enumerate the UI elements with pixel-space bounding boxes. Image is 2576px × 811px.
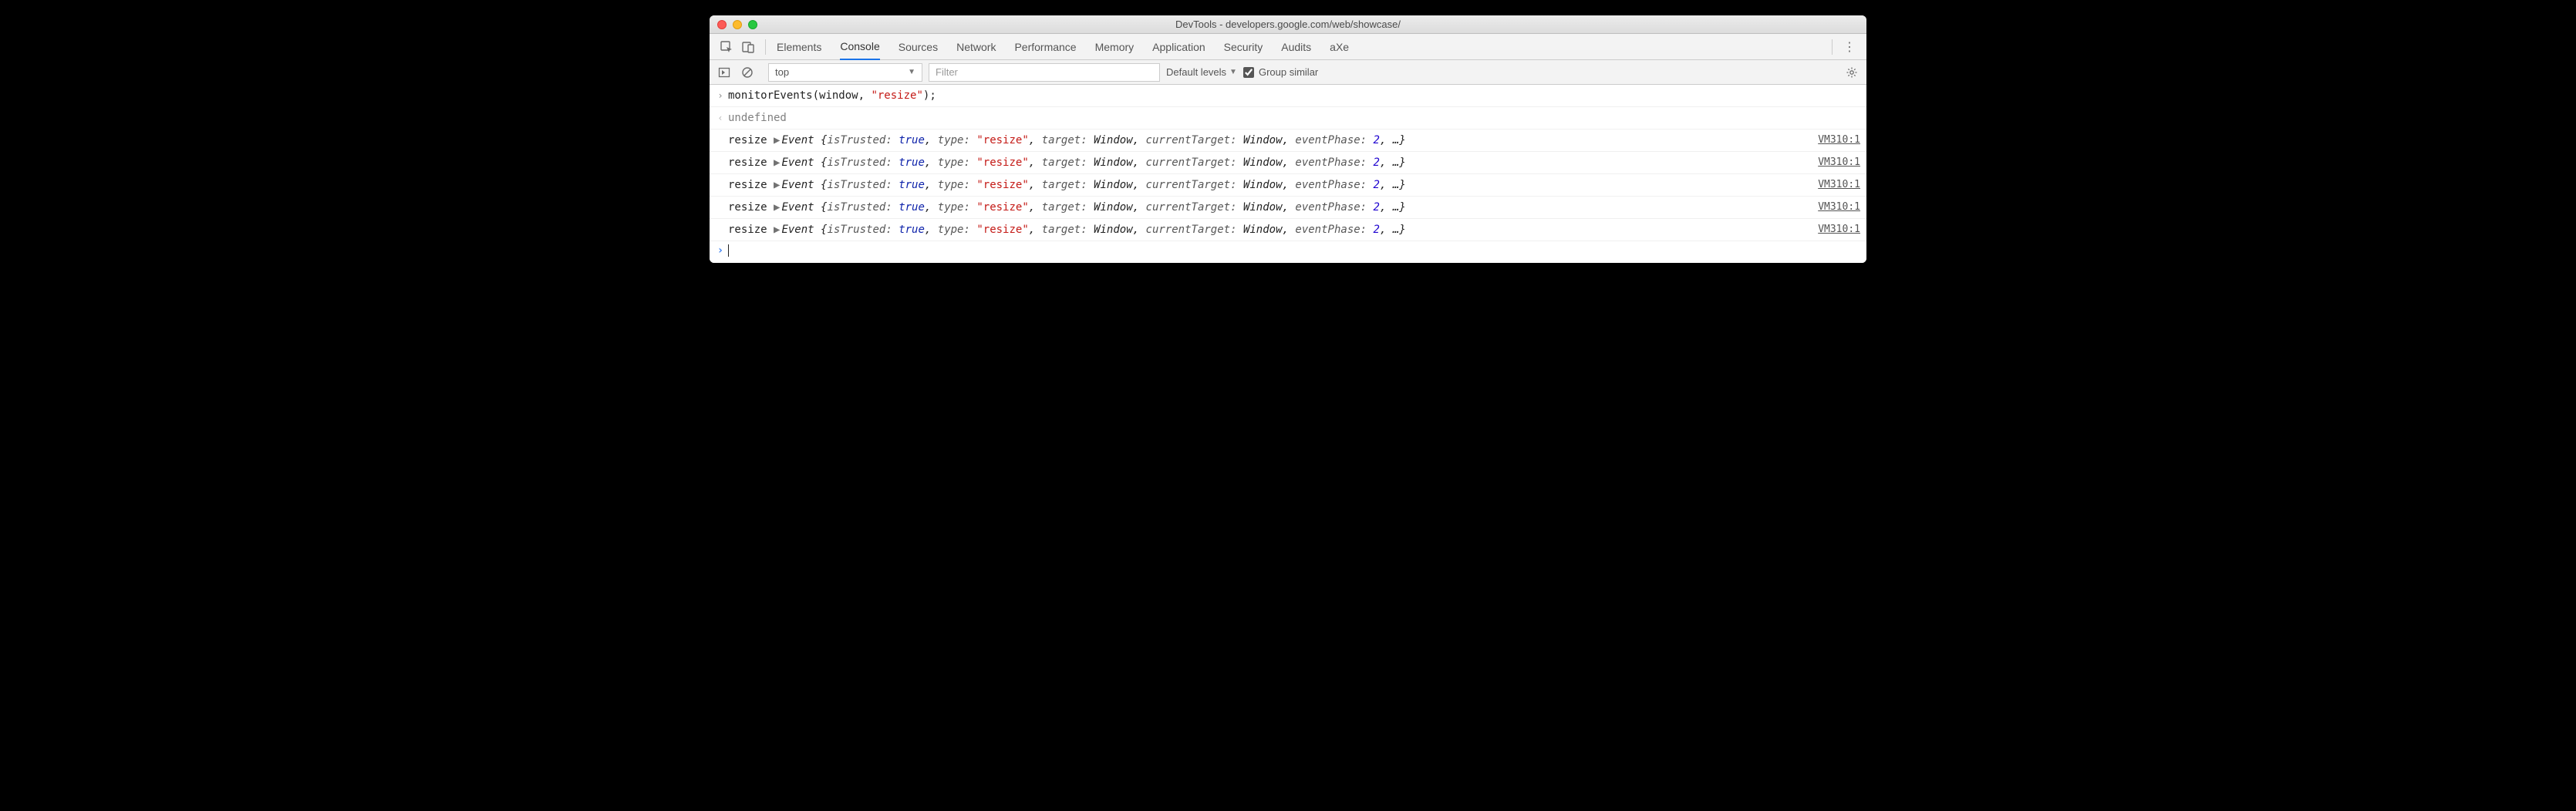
input-caret-icon: ›: [713, 87, 728, 104]
tab-security[interactable]: Security: [1224, 34, 1263, 60]
panel-tabbar: Elements Console Sources Network Perform…: [710, 34, 1866, 60]
tab-axe[interactable]: aXe: [1330, 34, 1349, 60]
separator: [1832, 39, 1833, 55]
context-value: top: [775, 66, 789, 78]
inspect-element-icon[interactable]: [716, 36, 737, 58]
event-class[interactable]: Event: [781, 201, 821, 214]
console-body: › monitorEvents(window, "resize"); ‹ und…: [710, 85, 1866, 263]
fn-name: monitorEvents: [728, 89, 813, 102]
event-class[interactable]: Event: [781, 156, 821, 169]
tab-console[interactable]: Console: [840, 34, 879, 60]
window-title: DevTools - developers.google.com/web/sho…: [710, 19, 1866, 30]
event-name: resize: [728, 156, 767, 169]
chevron-down-icon: ▼: [1229, 68, 1237, 76]
source-link[interactable]: VM310:1: [1818, 177, 1860, 193]
output-caret-icon: ‹: [713, 109, 728, 126]
arg-resize: "resize": [871, 89, 922, 102]
devtools-window: DevTools - developers.google.com/web/sho…: [710, 15, 1866, 263]
log-content: resize ▶Event {isTrusted: true, type: "r…: [728, 132, 1810, 149]
toggle-sidebar-icon[interactable]: [716, 64, 733, 81]
event-name: resize: [728, 224, 767, 236]
console-log-row: resize ▶Event {isTrusted: true, type: "r…: [710, 130, 1866, 152]
log-content: resize ▶Event {isTrusted: true, type: "r…: [728, 154, 1810, 171]
expand-object-icon[interactable]: ▶: [774, 156, 780, 169]
console-log-row: resize ▶Event {isTrusted: true, type: "r…: [710, 197, 1866, 219]
source-link[interactable]: VM310:1: [1818, 154, 1860, 171]
tab-application[interactable]: Application: [1152, 34, 1205, 60]
console-log-row: resize ▶Event {isTrusted: true, type: "r…: [710, 219, 1866, 241]
console-input-echo: › monitorEvents(window, "resize");: [710, 85, 1866, 107]
titlebar: DevTools - developers.google.com/web/sho…: [710, 15, 1866, 34]
event-class[interactable]: Event: [781, 134, 821, 146]
execution-context-select[interactable]: top ▼: [768, 63, 922, 82]
log-content: resize ▶Event {isTrusted: true, type: "r…: [728, 199, 1810, 216]
more-options-icon[interactable]: ⋮: [1839, 39, 1860, 55]
chevron-down-icon: ▼: [908, 68, 915, 76]
console-log-row: resize ▶Event {isTrusted: true, type: "r…: [710, 174, 1866, 197]
expand-object-icon[interactable]: ▶: [774, 201, 780, 214]
tab-elements[interactable]: Elements: [777, 34, 821, 60]
separator: [765, 39, 766, 55]
arg-window: window: [819, 89, 858, 102]
event-class[interactable]: Event: [781, 179, 821, 191]
event-class[interactable]: Event: [781, 224, 821, 236]
group-similar-checkbox[interactable]: [1243, 67, 1254, 78]
tab-memory[interactable]: Memory: [1095, 34, 1135, 60]
expand-object-icon[interactable]: ▶: [774, 134, 780, 146]
log-content: resize ▶Event {isTrusted: true, type: "r…: [728, 177, 1810, 193]
expand-object-icon[interactable]: ▶: [774, 224, 780, 236]
device-toolbar-icon[interactable]: [737, 36, 759, 58]
panel-tabs: Elements Console Sources Network Perform…: [777, 34, 1349, 60]
event-name: resize: [728, 134, 767, 146]
tab-performance[interactable]: Performance: [1014, 34, 1076, 60]
text-cursor: [728, 244, 729, 257]
levels-label: Default levels: [1166, 66, 1226, 78]
expand-object-icon[interactable]: ▶: [774, 179, 780, 191]
source-link[interactable]: VM310:1: [1818, 221, 1860, 238]
group-similar-toggle[interactable]: Group similar: [1243, 66, 1318, 78]
tab-network[interactable]: Network: [956, 34, 996, 60]
source-link[interactable]: VM310:1: [1818, 199, 1860, 216]
prompt-caret-icon: ›: [713, 244, 728, 257]
console-prompt[interactable]: ›: [710, 241, 1866, 263]
clear-console-icon[interactable]: [739, 64, 756, 81]
console-toolbar: top ▼ Default levels ▼ Group similar: [710, 60, 1866, 85]
source-link[interactable]: VM310:1: [1818, 132, 1860, 149]
tab-audits[interactable]: Audits: [1281, 34, 1311, 60]
console-log-row: resize ▶Event {isTrusted: true, type: "r…: [710, 152, 1866, 174]
log-content: resize ▶Event {isTrusted: true, type: "r…: [728, 221, 1810, 238]
result-value: undefined: [728, 112, 787, 124]
event-name: resize: [728, 201, 767, 214]
filter-input[interactable]: [929, 63, 1160, 82]
group-similar-label: Group similar: [1259, 66, 1318, 78]
event-log-list: resize ▶Event {isTrusted: true, type: "r…: [710, 130, 1866, 241]
log-levels-select[interactable]: Default levels ▼: [1166, 66, 1237, 78]
event-name: resize: [728, 179, 767, 191]
input-code: monitorEvents(window, "resize");: [728, 87, 1860, 104]
console-settings-icon[interactable]: [1843, 64, 1860, 81]
tab-sources[interactable]: Sources: [899, 34, 938, 60]
console-result: ‹ undefined: [710, 107, 1866, 130]
